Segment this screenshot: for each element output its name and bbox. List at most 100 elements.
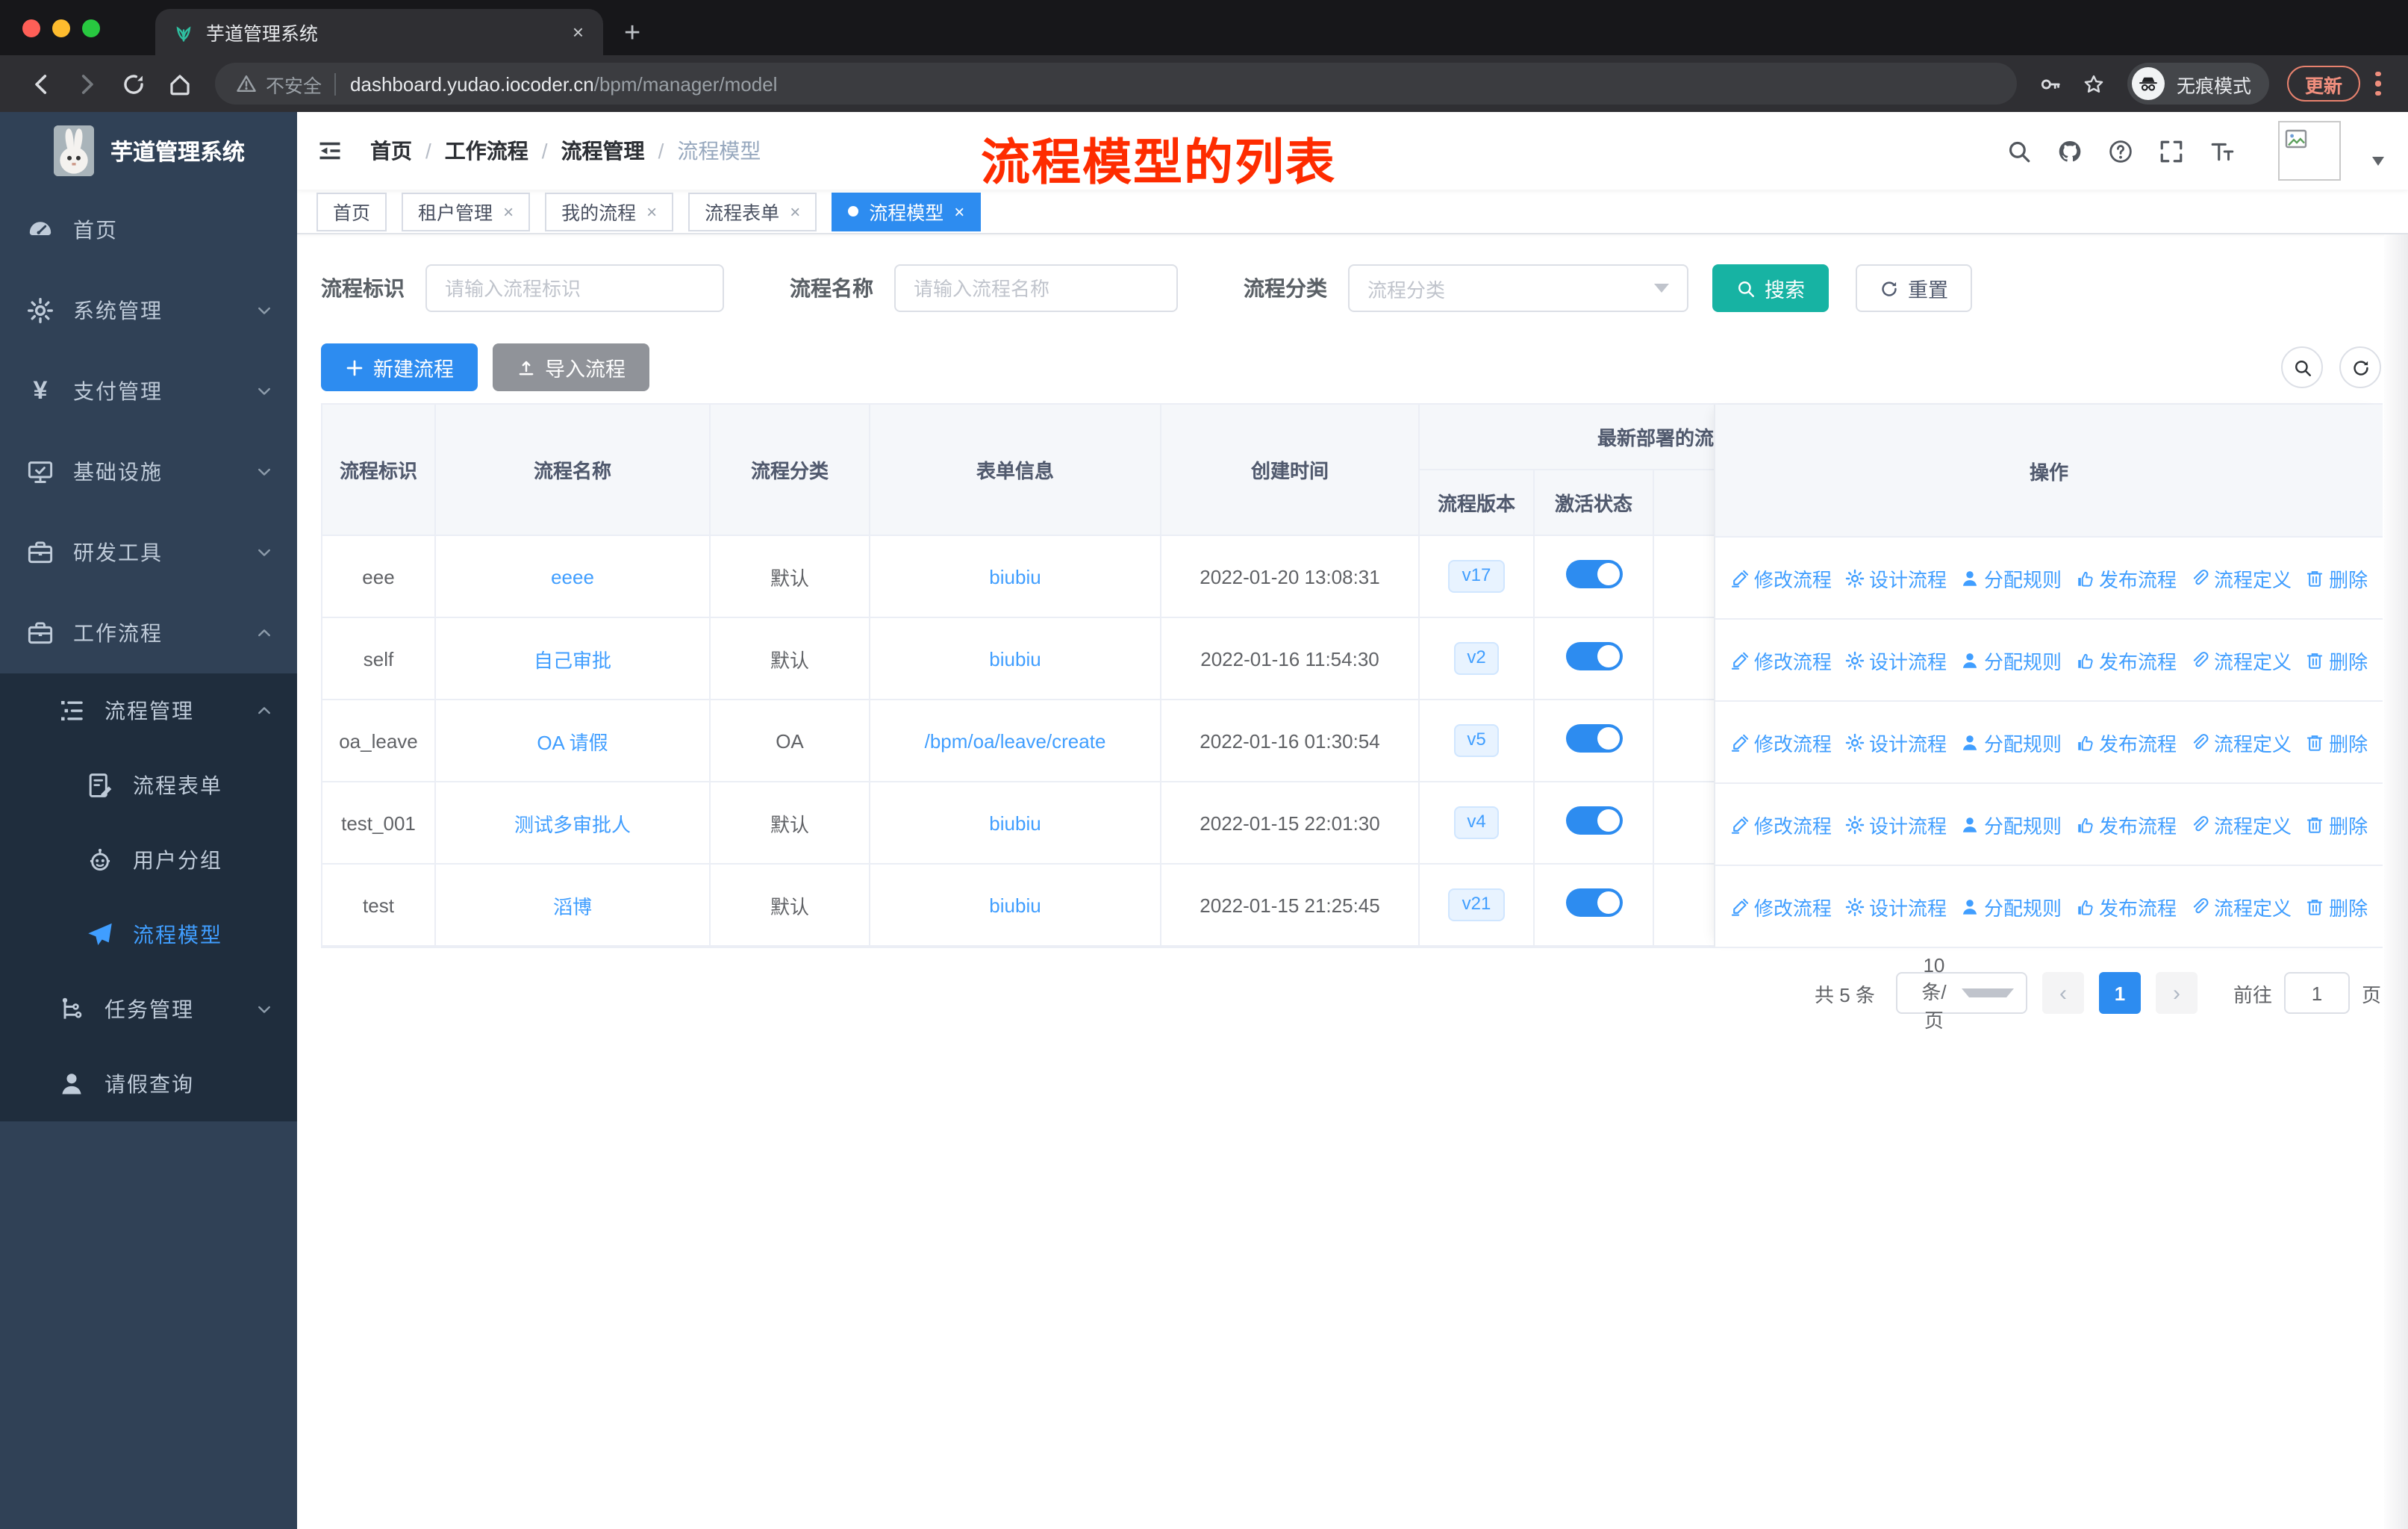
sidebar-item-system[interactable]: 系统管理 (0, 270, 297, 351)
process-definition-link[interactable]: 流程定义 (2190, 892, 2292, 921)
edit-process-link[interactable]: 修改流程 (1730, 728, 1832, 756)
publish-process-link[interactable]: 发布流程 (2075, 564, 2177, 592)
delete-link[interactable]: 删除 (2305, 646, 2368, 674)
form-link[interactable]: biubiu (989, 894, 1041, 916)
process-definition-link[interactable]: 流程定义 (2190, 646, 2292, 674)
next-page-button[interactable]: › (2155, 972, 2198, 1014)
design-process-link[interactable]: 设计流程 (1845, 564, 1947, 592)
minimize-window-button[interactable] (52, 19, 70, 37)
browser-menu-icon[interactable] (2375, 71, 2381, 96)
activation-toggle[interactable] (1565, 888, 1622, 917)
sidebar-item-process-mgmt[interactable]: 流程管理 (0, 673, 297, 748)
process-name-link[interactable]: 滔博 (553, 895, 592, 918)
back-icon[interactable] (28, 71, 54, 96)
url-bar[interactable]: 不安全 dashboard.yudao.iocoder.cn /bpm/mana… (215, 63, 2017, 105)
browser-tab[interactable]: 芋道管理系统 × (155, 9, 603, 55)
publish-process-link[interactable]: 发布流程 (2075, 892, 2177, 921)
edit-process-link[interactable]: 修改流程 (1730, 564, 1832, 592)
delete-link[interactable]: 删除 (2305, 810, 2368, 838)
form-link[interactable]: biubiu (989, 647, 1041, 670)
fullscreen-icon[interactable] (2159, 138, 2184, 164)
sidebar-item-home[interactable]: 首页 (0, 190, 297, 270)
toggle-search-button[interactable] (2281, 346, 2323, 388)
sidebar-item-workflow[interactable]: 工作流程 (0, 593, 297, 673)
close-icon[interactable]: × (646, 201, 657, 222)
assign-rule-link[interactable]: 分配规则 (1960, 892, 2062, 921)
forward-icon[interactable] (75, 71, 100, 96)
reload-icon[interactable] (121, 71, 146, 96)
delete-link[interactable]: 删除 (2305, 564, 2368, 592)
avatar[interactable] (2278, 121, 2341, 181)
goto-page-input[interactable] (2283, 972, 2350, 1014)
activation-toggle[interactable] (1565, 724, 1622, 753)
tab-tenant[interactable]: 租户管理 × (402, 192, 531, 231)
zoom-window-button[interactable] (82, 19, 100, 37)
breadcrumb-workflow[interactable]: 工作流程 (445, 136, 528, 166)
design-process-link[interactable]: 设计流程 (1845, 810, 1947, 838)
tab-my-process[interactable]: 我的流程 × (545, 192, 674, 231)
github-icon[interactable] (2057, 138, 2083, 164)
security-label[interactable]: 不安全 (266, 69, 322, 98)
publish-process-link[interactable]: 发布流程 (2075, 810, 2177, 838)
edit-process-link[interactable]: 修改流程 (1730, 892, 1832, 921)
process-name-link[interactable]: eeee (551, 565, 594, 588)
close-icon[interactable]: × (790, 201, 800, 222)
page-1-button[interactable]: 1 (2098, 972, 2141, 1014)
browser-update-button[interactable]: 更新 (2286, 66, 2360, 102)
publish-process-link[interactable]: 发布流程 (2075, 728, 2177, 756)
password-key-icon[interactable] (2039, 72, 2062, 95)
reset-button[interactable]: 重置 (1856, 264, 1972, 312)
close-icon[interactable]: × (503, 201, 514, 222)
publish-process-link[interactable]: 发布流程 (2075, 646, 2177, 674)
sidebar-item-user-group[interactable]: 用户分组 (0, 823, 297, 897)
process-definition-link[interactable]: 流程定义 (2190, 810, 2292, 838)
sidebar-item-devtools[interactable]: 研发工具 (0, 512, 297, 593)
form-link[interactable]: biubiu (989, 565, 1041, 588)
process-name-link[interactable]: 自己审批 (534, 649, 611, 671)
delete-link[interactable]: 删除 (2305, 728, 2368, 756)
import-process-button[interactable]: 导入流程 (493, 343, 649, 391)
help-icon[interactable] (2108, 138, 2133, 164)
scrollbar-gutter[interactable] (2384, 234, 2408, 1529)
sidebar-item-process-model[interactable]: 流程模型 (0, 897, 297, 972)
activation-toggle[interactable] (1565, 560, 1622, 588)
tab-process-form[interactable]: 流程表单 × (688, 192, 817, 231)
tab-close-icon[interactable]: × (568, 21, 588, 43)
assign-rule-link[interactable]: 分配规则 (1960, 646, 2062, 674)
prev-page-button[interactable]: ‹ (2042, 972, 2084, 1014)
delete-link[interactable]: 删除 (2305, 892, 2368, 921)
sidebar-item-pay[interactable]: ¥ 支付管理 (0, 351, 297, 432)
assign-rule-link[interactable]: 分配规则 (1960, 810, 2062, 838)
sidebar-item-leave-query[interactable]: 请假查询 (0, 1047, 297, 1121)
form-link[interactable]: biubiu (989, 812, 1041, 834)
process-name-link[interactable]: 测试多审批人 (514, 813, 631, 835)
design-process-link[interactable]: 设计流程 (1845, 892, 1947, 921)
close-window-button[interactable] (22, 19, 40, 37)
collapse-sidebar-icon[interactable] (316, 137, 343, 164)
activation-toggle[interactable] (1565, 642, 1622, 670)
process-definition-link[interactable]: 流程定义 (2190, 728, 2292, 756)
assign-rule-link[interactable]: 分配规则 (1960, 564, 2062, 592)
tab-process-model[interactable]: 流程模型 × (832, 192, 982, 231)
font-size-icon[interactable] (2209, 138, 2235, 164)
refresh-table-button[interactable] (2339, 346, 2381, 388)
process-id-input[interactable] (425, 264, 724, 312)
page-size-select[interactable]: 10条/页 (1895, 953, 2027, 1031)
sidebar-item-infra[interactable]: 基础设施 (0, 432, 297, 512)
design-process-link[interactable]: 设计流程 (1845, 646, 1947, 674)
bookmark-star-icon[interactable] (2083, 72, 2105, 95)
process-category-select[interactable]: 流程分类 (1348, 264, 1688, 312)
search-icon[interactable] (2006, 138, 2032, 164)
edit-process-link[interactable]: 修改流程 (1730, 646, 1832, 674)
close-icon[interactable]: × (954, 201, 964, 222)
breadcrumb-process-mgmt[interactable]: 流程管理 (561, 136, 645, 166)
form-link[interactable]: /bpm/oa/leave/create (925, 729, 1106, 752)
activation-toggle[interactable] (1565, 806, 1622, 835)
edit-process-link[interactable]: 修改流程 (1730, 810, 1832, 838)
breadcrumb-home[interactable]: 首页 (370, 136, 412, 166)
process-name-input[interactable] (894, 264, 1178, 312)
create-process-button[interactable]: 新建流程 (321, 343, 478, 391)
new-tab-button[interactable]: + (624, 19, 640, 48)
tab-home[interactable]: 首页 (316, 192, 387, 231)
sidebar-item-process-form[interactable]: 流程表单 (0, 748, 297, 823)
